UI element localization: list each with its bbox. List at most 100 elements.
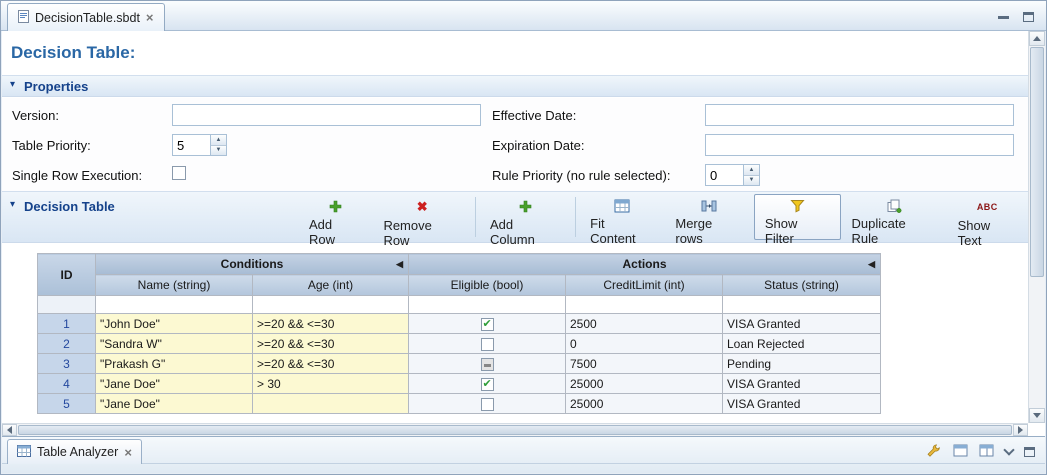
table-row: 5"Jane Doe" 25000VISA Granted	[38, 394, 881, 414]
creditlimit-cell[interactable]: 2500	[566, 314, 723, 334]
age-cell[interactable]	[253, 394, 409, 414]
name-cell[interactable]: "John Doe"	[96, 314, 253, 334]
version-label: Version:	[12, 108, 59, 123]
filter-input-age[interactable]	[253, 296, 409, 314]
filter-input-creditlimit[interactable]	[566, 296, 723, 314]
row-id-cell[interactable]: 5	[38, 394, 96, 414]
scroll-down-icon[interactable]	[1029, 408, 1045, 423]
show-text-button[interactable]: ABC Show Text	[947, 194, 1028, 240]
creditlimit-cell[interactable]: 25000	[566, 394, 723, 414]
eligible-checkbox[interactable]	[481, 318, 494, 331]
version-input[interactable]	[172, 104, 481, 126]
add-icon	[518, 199, 534, 214]
scroll-up-icon[interactable]	[1029, 31, 1045, 46]
conditions-group-header[interactable]: Conditions ◀	[96, 254, 409, 275]
table-row: 3"Prakash G">=20 && <=30 7500Pending	[38, 354, 881, 374]
expiration-date-input[interactable]	[705, 134, 1014, 156]
status-cell[interactable]: Loan Rejected	[723, 334, 881, 354]
layout-icon[interactable]	[979, 444, 994, 460]
new-analysis-icon[interactable]	[953, 444, 968, 460]
filter-input-name[interactable]	[96, 296, 253, 314]
spin-up-icon[interactable]: ▲	[211, 135, 226, 146]
close-tab-icon[interactable]: ×	[124, 446, 132, 459]
name-column-header[interactable]: Name (string)	[96, 275, 253, 296]
horizontal-scrollbar[interactable]	[2, 423, 1028, 436]
row-id-cell[interactable]: 3	[38, 354, 96, 374]
age-cell[interactable]: > 30	[253, 374, 409, 394]
spin-down-icon[interactable]: ▼	[744, 176, 759, 186]
eligible-cell[interactable]	[409, 394, 566, 414]
eligible-checkbox[interactable]	[481, 338, 494, 351]
eligible-cell[interactable]	[409, 334, 566, 354]
spin-down-icon[interactable]: ▼	[211, 146, 226, 156]
add-row-button[interactable]: Add Row	[298, 194, 372, 240]
scroll-left-icon[interactable]	[2, 424, 17, 436]
show-filter-button[interactable]: Show Filter	[754, 194, 841, 240]
filter-icon	[789, 199, 805, 213]
name-cell[interactable]: "Sandra W"	[96, 334, 253, 354]
row-id-cell[interactable]: 2	[38, 334, 96, 354]
remove-row-button[interactable]: ✖ Remove Row	[372, 194, 472, 240]
table-analyzer-tab[interactable]: Table Analyzer ×	[7, 439, 142, 464]
effective-date-input[interactable]	[705, 104, 1014, 126]
scroll-right-icon[interactable]	[1013, 424, 1028, 436]
name-cell[interactable]: "Prakash G"	[96, 354, 253, 374]
eligible-cell[interactable]	[409, 314, 566, 334]
wrench-icon[interactable]	[926, 443, 942, 461]
vertical-scrollbar[interactable]	[1028, 31, 1045, 423]
editor-tab[interactable]: DecisionTable.sbdt ×	[7, 3, 165, 31]
collapse-decision-table-icon[interactable]: ▾	[10, 199, 15, 210]
maximize-view-icon[interactable]	[1024, 447, 1035, 457]
fit-content-button[interactable]: Fit Content	[579, 194, 664, 240]
status-cell[interactable]: VISA Granted	[723, 314, 881, 334]
filter-cell-id[interactable]	[38, 296, 96, 314]
vertical-scrollbar-thumb[interactable]	[1030, 47, 1044, 277]
eligible-cell[interactable]	[409, 374, 566, 394]
age-cell[interactable]: >=20 && <=30	[253, 334, 409, 354]
eligible-checkbox[interactable]	[481, 378, 494, 391]
creditlimit-cell[interactable]: 25000	[566, 374, 723, 394]
collapse-conditions-icon[interactable]: ◀	[396, 259, 403, 270]
merge-rows-button[interactable]: Merge rows	[664, 194, 754, 240]
horizontal-scrollbar-thumb[interactable]	[18, 425, 1012, 435]
collapse-properties-icon[interactable]: ▾	[10, 79, 15, 90]
editor-tab-label: DecisionTable.sbdt	[35, 11, 140, 25]
status-cell[interactable]: VISA Granted	[723, 394, 881, 414]
add-column-button[interactable]: Add Column	[479, 194, 572, 240]
creditlimit-cell[interactable]: 0	[566, 334, 723, 354]
close-tab-icon[interactable]: ×	[146, 11, 154, 24]
collapse-actions-icon[interactable]: ◀	[868, 259, 875, 270]
id-column-header[interactable]: ID	[38, 254, 96, 296]
show-text-label: Show Text	[958, 218, 1017, 248]
name-cell[interactable]: "Jane Doe"	[96, 394, 253, 414]
spin-up-icon[interactable]: ▲	[744, 165, 759, 176]
creditlimit-cell[interactable]: 7500	[566, 354, 723, 374]
eligible-cell[interactable]	[409, 354, 566, 374]
age-cell[interactable]: >=20 && <=30	[253, 314, 409, 334]
properties-section-header[interactable]: ▾ Properties	[2, 75, 1028, 97]
eligible-column-header[interactable]: Eligible (bool)	[409, 275, 566, 296]
maximize-icon[interactable]	[1023, 12, 1034, 22]
status-column-header[interactable]: Status (string)	[723, 275, 881, 296]
status-cell[interactable]: VISA Granted	[723, 374, 881, 394]
minimize-view-icon[interactable]	[1003, 444, 1014, 455]
eligible-checkbox[interactable]	[481, 358, 494, 371]
decision-table: ID Conditions ◀ Actions ◀ Name (string) …	[37, 253, 881, 414]
name-cell[interactable]: "Jane Doe"	[96, 374, 253, 394]
decision-table-section-header[interactable]: ▾ Decision Table Add Row ✖ Remove Row Ad…	[2, 191, 1028, 243]
row-id-cell[interactable]: 4	[38, 374, 96, 394]
rule-priority-input[interactable]	[705, 164, 743, 186]
filter-input-eligible[interactable]	[409, 296, 566, 314]
table-priority-input[interactable]	[172, 134, 210, 156]
duplicate-rule-button[interactable]: Duplicate Rule	[841, 194, 947, 240]
single-row-execution-checkbox[interactable]	[172, 166, 186, 180]
eligible-checkbox[interactable]	[481, 398, 494, 411]
status-cell[interactable]: Pending	[723, 354, 881, 374]
creditlimit-column-header[interactable]: CreditLimit (int)	[566, 275, 723, 296]
row-id-cell[interactable]: 1	[38, 314, 96, 334]
filter-input-status[interactable]	[723, 296, 881, 314]
age-cell[interactable]: >=20 && <=30	[253, 354, 409, 374]
minimize-icon[interactable]	[998, 16, 1009, 25]
actions-group-header[interactable]: Actions ◀	[409, 254, 881, 275]
age-column-header[interactable]: Age (int)	[253, 275, 409, 296]
